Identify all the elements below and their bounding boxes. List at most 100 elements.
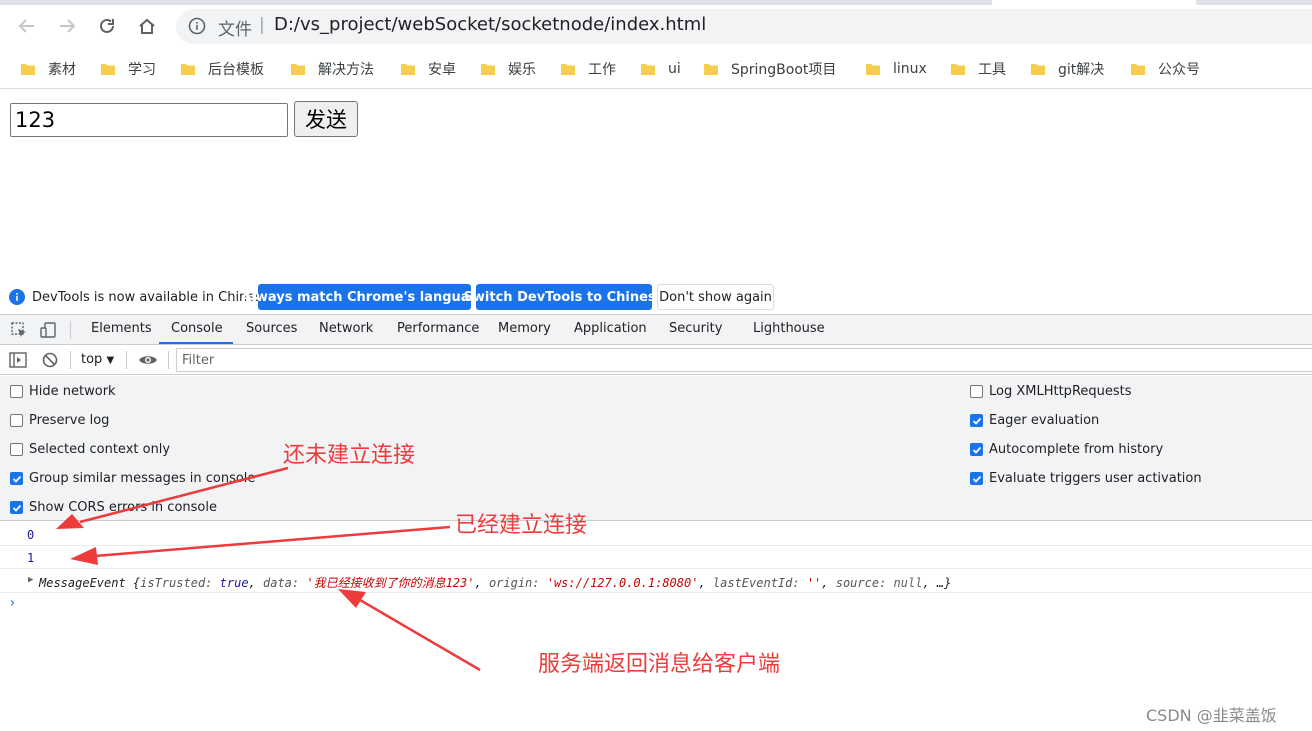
checkbox[interactable]	[10, 414, 23, 427]
checkbox-checked[interactable]	[970, 414, 983, 427]
setting-cors-errors[interactable]: Show CORS errors in console	[10, 500, 217, 515]
match-language-button[interactable]: Always match Chrome's language	[241, 284, 488, 310]
setting-hide-network[interactable]: Hide network	[10, 384, 116, 399]
address-bar[interactable]: 文件 | D:/vs_project/webSocket/socketnode/…	[176, 9, 1312, 44]
reload-icon	[100, 18, 114, 33]
folder-icon	[101, 64, 115, 75]
tab-sources[interactable]: Sources	[246, 321, 297, 336]
tab-application[interactable]: Application	[574, 321, 647, 336]
folder-icon	[704, 64, 718, 75]
console-message: 0	[0, 522, 1312, 546]
bookmark-item[interactable]: git解决	[1030, 59, 1104, 79]
arrow-left-icon	[18, 19, 34, 33]
url-separator: |	[259, 15, 265, 35]
message-input[interactable]	[10, 103, 288, 137]
home-button[interactable]	[135, 14, 159, 38]
tab-strip	[0, 0, 992, 5]
tab-console[interactable]: Console	[171, 321, 223, 336]
reload-button[interactable]	[95, 14, 119, 38]
send-button[interactable]: 发送	[294, 101, 358, 137]
filter-input[interactable]: Filter	[176, 348, 1312, 372]
tab-security[interactable]: Security	[669, 321, 722, 336]
folder-icon	[641, 64, 655, 75]
tab-elements[interactable]: Elements	[91, 321, 152, 336]
bookmark-item[interactable]: 素材	[20, 59, 76, 79]
annotation-connected: 已经建立连接	[455, 513, 588, 538]
home-icon	[139, 18, 155, 34]
checkbox-checked[interactable]	[10, 501, 23, 514]
clear-console-icon[interactable]	[42, 352, 58, 368]
log-value: 0	[27, 528, 35, 542]
bookmark-item[interactable]: ui	[640, 59, 681, 79]
url-scheme-label: 文件	[218, 20, 252, 40]
forward-button[interactable]	[55, 14, 79, 38]
dont-show-again-button[interactable]: Don't show again	[657, 284, 774, 310]
inspect-element-icon[interactable]	[10, 321, 28, 339]
checkbox-checked[interactable]	[970, 443, 983, 456]
setting-preserve-log[interactable]: Preserve log	[10, 413, 109, 428]
context-selector[interactable]: top ▼	[81, 352, 114, 367]
setting-autocomplete[interactable]: Autocomplete from history	[970, 442, 1163, 457]
expand-triangle-icon[interactable]: ▶	[28, 575, 33, 585]
checkbox[interactable]	[970, 385, 983, 398]
check-icon	[12, 475, 21, 483]
console-toolbar: top ▼ Filter	[0, 345, 1312, 375]
setting-eager-eval[interactable]: Eager evaluation	[970, 413, 1099, 428]
switch-chinese-button[interactable]: Switch DevTools to Chinese	[464, 284, 664, 310]
folder-icon	[481, 64, 495, 75]
tab-memory[interactable]: Memory	[498, 321, 551, 336]
caret-down-icon: ▼	[106, 355, 115, 366]
folder-icon	[1031, 64, 1045, 75]
bookmark-item[interactable]: 工作	[560, 59, 616, 79]
info-icon[interactable]	[188, 17, 206, 35]
console-output: 0 1 ▶ MessageEvent {isTrusted: true, dat…	[0, 522, 1312, 731]
bookmark-item[interactable]: SpringBoot项目	[703, 59, 836, 79]
bookmark-item[interactable]: 公众号	[1130, 59, 1200, 79]
bookmark-item[interactable]: 解决方法	[290, 59, 374, 79]
device-toolbar-icon[interactable]	[40, 321, 58, 339]
folder-icon	[561, 64, 575, 75]
sidebar-toggle-icon[interactable]	[9, 352, 27, 368]
bookmark-item[interactable]: linux	[865, 59, 927, 79]
bookmark-item[interactable]: 学习	[100, 59, 156, 79]
message-event-object[interactable]: MessageEvent {isTrusted: true, data: '我已…	[39, 574, 951, 591]
tab-performance[interactable]: Performance	[397, 321, 479, 336]
annotation-server-reply: 服务端返回消息给客户端	[538, 652, 781, 677]
setting-log-xhr[interactable]: Log XMLHttpRequests	[970, 384, 1132, 399]
toolbar-divider	[70, 351, 71, 369]
tab-lighthouse[interactable]: Lighthouse	[753, 321, 825, 336]
check-icon	[972, 475, 981, 483]
bookmark-item[interactable]: 后台模板	[180, 59, 264, 79]
folder-icon	[866, 64, 880, 75]
log-value: 1	[27, 551, 35, 565]
info-icon	[9, 289, 25, 305]
checkbox-checked[interactable]	[10, 472, 23, 485]
checkbox-checked[interactable]	[970, 472, 983, 485]
tab-network[interactable]: Network	[319, 321, 373, 336]
bookmark-item[interactable]: 安卓	[400, 59, 456, 79]
console-message: 1	[0, 546, 1312, 569]
bookmark-item[interactable]: 娱乐	[480, 59, 536, 79]
checkbox[interactable]	[10, 443, 23, 456]
folder-icon	[1131, 64, 1145, 75]
bookmark-item[interactable]: 工具	[950, 59, 1006, 79]
back-button[interactable]	[15, 14, 39, 38]
annotation-not-connected: 还未建立连接	[283, 443, 416, 468]
console-settings-panel: Hide network Preserve log Selected conte…	[0, 376, 1312, 521]
check-icon	[12, 504, 21, 512]
bookmarks-bar: 素材 学习 后台模板 解决方法 安卓 娱乐 工作 ui SpringBoot项目…	[0, 50, 1312, 89]
setting-group-similar[interactable]: Group similar messages in console	[10, 471, 255, 486]
devtools-tabbar: Elements Console Sources Network Perform…	[0, 314, 1312, 345]
toolbar-divider	[168, 351, 169, 369]
console-message[interactable]: ▶ MessageEvent {isTrusted: true, data: '…	[0, 569, 1312, 593]
console-prompt[interactable]: ›	[8, 595, 16, 611]
check-icon	[972, 446, 981, 454]
url-text[interactable]: D:/vs_project/webSocket/socketnode/index…	[274, 14, 706, 35]
setting-selected-context[interactable]: Selected context only	[10, 442, 170, 457]
folder-icon	[181, 64, 195, 75]
checkbox[interactable]	[10, 385, 23, 398]
toolbar-divider	[70, 321, 71, 339]
setting-user-activation[interactable]: Evaluate triggers user activation	[970, 471, 1202, 486]
eye-icon[interactable]	[138, 353, 158, 367]
browser-toolbar: 文件 | D:/vs_project/webSocket/socketnode/…	[0, 0, 1312, 50]
